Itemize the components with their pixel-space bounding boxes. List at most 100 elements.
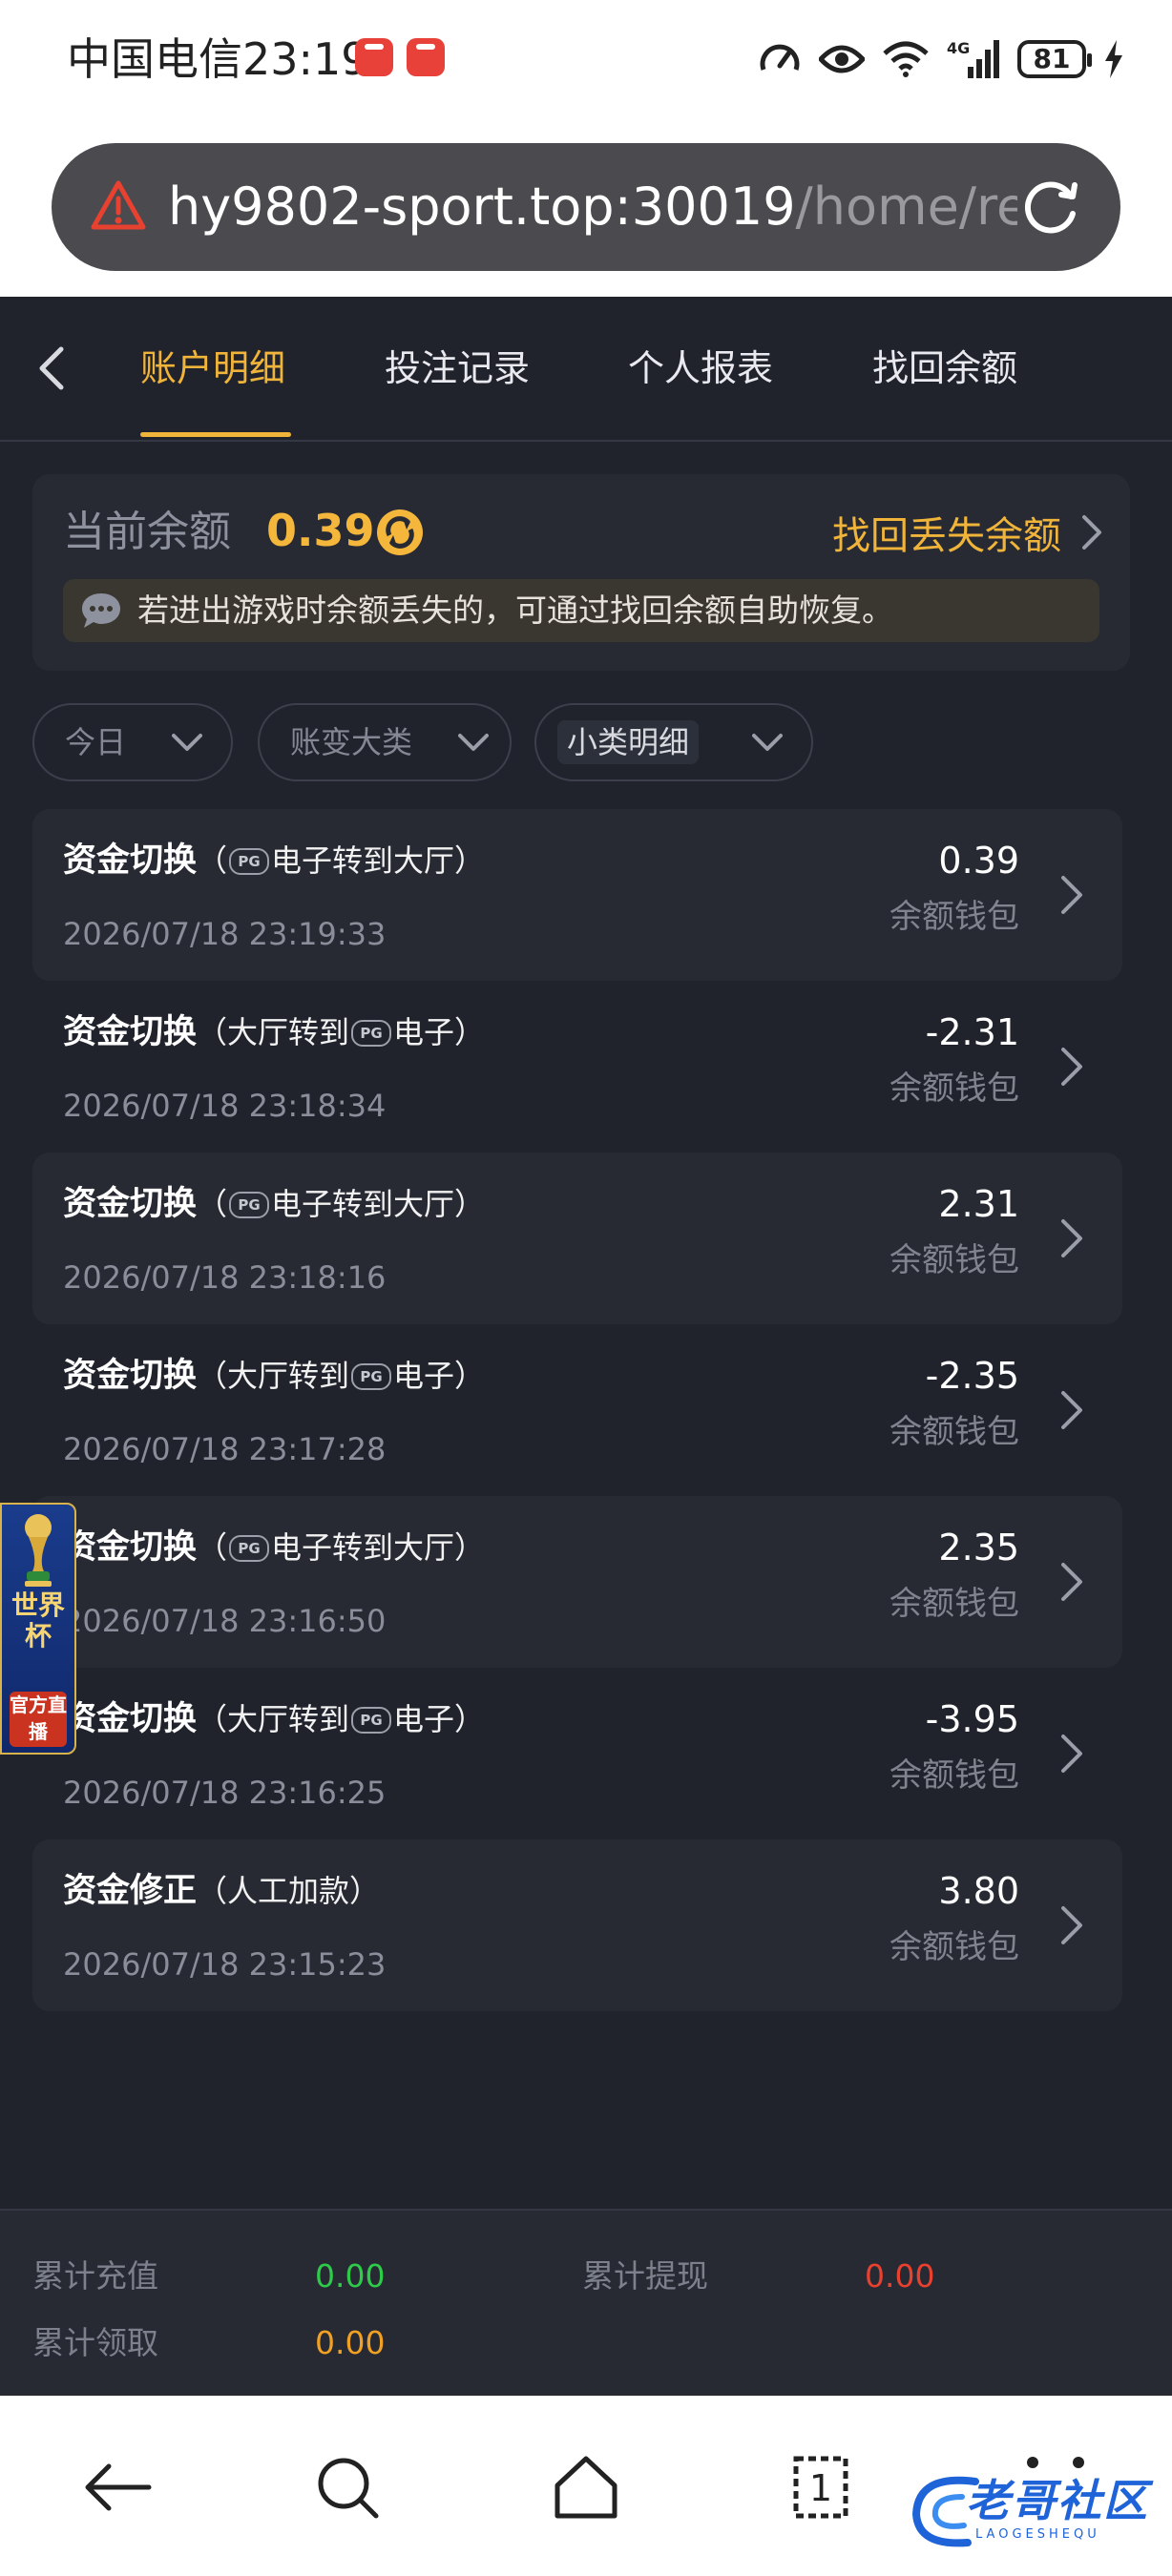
transaction-amount: 2.31: [938, 1183, 1019, 1225]
transaction-detail: （大厅转到: [197, 1358, 350, 1394]
back-icon[interactable]: [80, 2449, 157, 2525]
balance-card: 当前余额 0.39 找回丢失余额 若进出游戏时余额丢失的，可通过找回余额自助恢复…: [32, 474, 1130, 671]
total-withdraw-value: 0.00: [865, 2257, 935, 2295]
balance-label: 当前余额: [63, 508, 231, 556]
transaction-amount: -3.95: [925, 1698, 1019, 1740]
speed-icon: [760, 44, 800, 71]
transaction-detail: （大厅转到: [197, 1014, 350, 1050]
active-tab-indicator: [140, 432, 291, 437]
total-claim-value: 0.00: [315, 2324, 386, 2361]
total-deposit-value: 0.00: [315, 2257, 386, 2295]
trophy-icon: [25, 1514, 52, 1587]
refresh-balance-icon[interactable]: [374, 507, 426, 558]
chevron-right-icon: [1082, 515, 1101, 550]
date-filter-label: 今日: [65, 724, 127, 760]
transaction-detail: （大厅转到: [197, 1701, 350, 1737]
account-details-page: 账户明细 投注记录 个人报表 找回余额 当前余额 0.39 找回丢失余额 若进出…: [0, 297, 1172, 2398]
transaction-detail: 电子）: [393, 1701, 486, 1737]
transaction-title: 资金切换（大厅转到 PG 电子）: [63, 1351, 485, 1401]
transaction-amount: 2.35: [938, 1527, 1019, 1568]
address-bar[interactable]: hy9802-sport.top:30019/home/re: [52, 143, 1120, 271]
open-tab-count: 1: [809, 2467, 832, 2509]
cellular-signal-icon: 4G: [947, 39, 999, 78]
world-cup-live-badge[interactable]: 世界杯 官方直播: [0, 1503, 76, 1755]
transaction-time: 2026/07/18 23:18:16: [63, 1259, 387, 1296]
transaction-type: 资金修正: [63, 1872, 198, 1910]
category-filter[interactable]: 账变大类: [258, 703, 512, 781]
huawei-app-icon: [355, 38, 393, 76]
transaction-row[interactable]: 资金修正（人工加款） 2026/07/18 23:15:23 3.80 余额钱包: [32, 1839, 1122, 2011]
transaction-time: 2026/07/18 23:15:23: [63, 1946, 387, 1983]
transaction-row[interactable]: 资金切换（大厅转到 PG 电子） 2026/07/18 23:17:28 -2.35…: [32, 1324, 1122, 1496]
transaction-amount: 3.80: [938, 1870, 1019, 1912]
pg-logo-icon: PG: [351, 1363, 392, 1390]
watermark-subtext: LAOGESHEQU: [975, 2527, 1100, 2542]
clock: 23:19: [242, 33, 369, 85]
url-text[interactable]: hy9802-sport.top:30019/home/re: [168, 172, 1017, 242]
wallet-label: 余额钱包: [889, 1756, 1019, 1795]
transaction-detail: 电子）: [393, 1358, 486, 1394]
wifi-icon: [883, 41, 929, 77]
tab-recover-balance[interactable]: 找回余额: [872, 335, 1017, 402]
tab-bar: 账户明细 投注记录 个人报表 找回余额: [0, 297, 1172, 442]
wallet-label: 余额钱包: [889, 1241, 1019, 1279]
transaction-time: 2026/07/18 23:17:28: [63, 1431, 387, 1467]
transaction-row[interactable]: 资金切换（ PG 电子转到大厅） 2026/07/18 23:19:33 0.39 …: [32, 809, 1122, 981]
chevron-right-icon: [1061, 1391, 1082, 1429]
back-arrow-icon[interactable]: [29, 340, 73, 397]
chevron-right-icon: [1061, 876, 1082, 914]
svg-text:4G: 4G: [947, 39, 970, 57]
carrier-name: 中国电信: [67, 33, 242, 85]
balance-value: 0.39: [266, 505, 375, 556]
transaction-amount: 0.39: [938, 840, 1019, 882]
home-icon[interactable]: [548, 2449, 624, 2525]
status-icons: 4G 81: [758, 32, 1124, 86]
transaction-detail: 电子转到大厅）: [271, 1529, 486, 1566]
date-filter[interactable]: 今日: [32, 703, 233, 781]
wallet-label: 余额钱包: [889, 1413, 1019, 1451]
transaction-title: 资金修正（人工加款）: [63, 1866, 380, 1916]
eye-icon: [819, 45, 865, 73]
tab-personal-report[interactable]: 个人报表: [628, 335, 773, 402]
transaction-row[interactable]: 资金切换（ PG 电子转到大厅） 2026/07/18 23:18:16 2.31 …: [32, 1153, 1122, 1324]
battery-indicator: 81: [1017, 40, 1092, 78]
tab-account-details[interactable]: 账户明细: [140, 335, 285, 402]
transaction-detail: 电子转到大厅）: [271, 1186, 486, 1222]
tabs-icon[interactable]: 1: [783, 2449, 859, 2525]
transaction-detail: 电子）: [393, 1014, 486, 1050]
transaction-row[interactable]: 资金切换（大厅转到 PG 电子） 2026/07/18 23:18:34 -2.31…: [32, 981, 1122, 1153]
transaction-row[interactable]: 资金切换（大厅转到 PG 电子） 2026/07/18 23:16:25 -3.95…: [32, 1668, 1122, 1839]
summary-footer: 累计充值 0.00 累计提现 0.00 累计领取 0.00: [0, 2209, 1172, 2398]
chevron-right-icon: [1061, 1048, 1082, 1086]
pg-logo-icon: PG: [229, 848, 270, 875]
pg-logo-icon: PG: [229, 1535, 270, 1562]
url-host: hy9802-sport.top:30019: [168, 177, 796, 237]
url-path: /home/re: [795, 177, 1017, 237]
watermark-logo: 老哥社区 LAOGESHEQU: [909, 2468, 1157, 2554]
wallet-label: 余额钱包: [889, 1070, 1019, 1108]
total-deposit-label: 累计充值: [32, 2257, 158, 2295]
huawei-app-icon: [407, 38, 445, 76]
wallet-label: 余额钱包: [889, 1585, 1019, 1623]
subcategory-filter[interactable]: 小类明细: [534, 703, 813, 781]
pg-logo-icon: PG: [229, 1192, 270, 1218]
transaction-title: 资金切换（ PG 电子转到大厅）: [63, 1179, 485, 1229]
browser-toolbar: hy9802-sport.top:30019/home/re: [0, 114, 1172, 297]
transaction-type: 资金切换: [63, 1185, 198, 1223]
reload-icon[interactable]: [1019, 176, 1082, 239]
transaction-time: 2026/07/18 23:18:34: [63, 1088, 387, 1124]
wallet-label: 余额钱包: [889, 898, 1019, 936]
chevron-right-icon: [1061, 1563, 1082, 1601]
chevron-down-icon: [458, 734, 489, 751]
transaction-time: 2026/07/18 23:16:25: [63, 1775, 387, 1811]
wallet-label: 余额钱包: [889, 1928, 1019, 1966]
chevron-right-icon: [1061, 1906, 1082, 1944]
transaction-title: 资金切换（大厅转到 PG 电子）: [63, 1008, 485, 1057]
notice-text: 若进出游戏时余额丢失的，可通过找回余额自助恢复。: [137, 592, 893, 629]
transaction-row[interactable]: 资金切换（ PG 电子转到大厅） 2026/07/18 23:16:50 2.35 …: [32, 1496, 1122, 1668]
recover-lost-balance-link[interactable]: 找回丢失余额: [832, 501, 1105, 564]
tab-bet-records[interactable]: 投注记录: [385, 335, 530, 402]
warning-icon[interactable]: [90, 179, 147, 233]
official-live-label: 官方直播: [10, 1692, 67, 1747]
search-icon[interactable]: [309, 2449, 386, 2525]
